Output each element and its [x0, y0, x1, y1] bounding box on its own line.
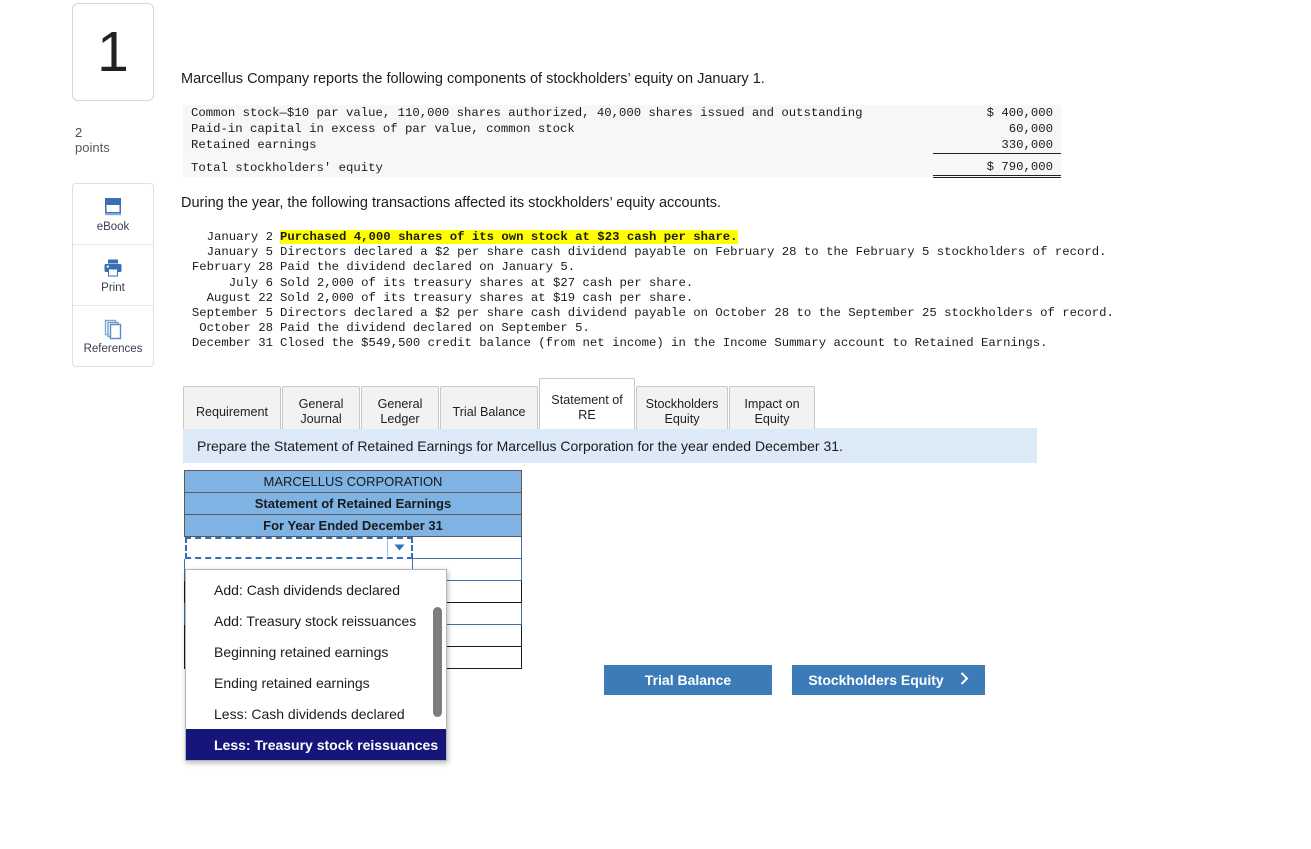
transaction-text: Directors declared a $2 per share cash d…: [280, 245, 1107, 260]
references-button[interactable]: References: [73, 306, 153, 366]
table-row: Total stockholders' equity $ 790,000: [183, 159, 1061, 178]
dropdown-option[interactable]: Add: Cash dividends declared: [186, 574, 446, 605]
transaction-date: July 6: [228, 275, 273, 290]
account-dropdown-cell[interactable]: [184, 536, 413, 559]
table-row: Retained earnings 330,000: [183, 137, 1061, 154]
references-label: References: [83, 342, 143, 355]
transaction-text: Directors declared a $2 per share cash d…: [280, 306, 1114, 321]
equity-total-label: Total stockholders' equity: [183, 159, 933, 177]
question-number-box: 1: [72, 3, 154, 101]
highlighted-transaction: Purchased 4,000 shares of its own stock …: [280, 230, 738, 244]
transaction-date: January 5: [206, 245, 273, 260]
transaction-date: October 28: [199, 321, 273, 336]
prev-button-label: Trial Balance: [644, 672, 732, 688]
worksheet-title-period: For Year Ended December 31: [184, 514, 522, 537]
tab-requirement[interactable]: Requirement: [183, 386, 281, 429]
book-icon: [101, 196, 125, 218]
instruction-banner: Prepare the Statement of Retained Earnin…: [183, 428, 1037, 463]
transaction-date: September 5: [191, 306, 273, 321]
stockholders-equity-table: Common stock—$10 par value, 110,000 shar…: [183, 105, 1061, 178]
equity-row-amount: $ 400,000: [933, 105, 1061, 121]
ebook-button[interactable]: eBook: [73, 184, 153, 245]
worksheet-header-row: Statement of Retained Earnings: [184, 492, 522, 515]
transaction-row: July 6 Sold 2,000 of its treasury shares…: [181, 276, 1114, 291]
table-row: Paid-in capital in excess of par value, …: [183, 121, 1061, 137]
equity-row-label: Common stock—$10 par value, 110,000 shar…: [183, 105, 933, 121]
instruction-text: Prepare the Statement of Retained Earnin…: [197, 437, 843, 454]
transaction-date: August 22: [206, 290, 273, 305]
transaction-text: Paid the dividend declared on September …: [280, 321, 590, 336]
next-button-label: Stockholders Equity: [808, 672, 944, 688]
transaction-text: Sold 2,000 of its treasury shares at $27…: [280, 275, 694, 290]
tool-panel: eBook Print References: [72, 183, 154, 367]
worksheet-row: [184, 536, 522, 559]
transaction-text: Closed the $549,500 credit balance (from…: [280, 336, 1048, 351]
transaction-row: October 28 Paid the dividend declared on…: [181, 321, 1114, 336]
transaction-date: December 31: [191, 336, 273, 351]
equity-total-amount: $ 790,000: [933, 159, 1061, 178]
transaction-date: January 2: [206, 230, 273, 244]
account-dropdown-value: [187, 539, 410, 556]
chevron-right-icon: [960, 672, 969, 688]
dropdown-option[interactable]: Ending retained earnings: [186, 667, 446, 698]
dropdown-option-selected[interactable]: Less: Treasury stock reissuances: [186, 729, 446, 760]
tab-trial-balance[interactable]: Trial Balance: [440, 386, 538, 429]
chevron-down-icon[interactable]: [387, 539, 410, 556]
tab-stockholders-equity[interactable]: Stockholders Equity: [636, 386, 728, 429]
points-value: 2: [75, 125, 83, 140]
transactions-list: January 2 Purchased 4,000 shares of its …: [181, 230, 1114, 352]
transaction-row: January 2 Purchased 4,000 shares of its …: [181, 230, 1114, 245]
equity-row-amount: 60,000: [933, 121, 1061, 137]
tab-general-journal[interactable]: General Journal: [282, 386, 360, 429]
dropdown-option[interactable]: Beginning retained earnings: [186, 636, 446, 667]
tab-strip: Requirement General Journal General Ledg…: [183, 377, 816, 429]
transaction-row: December 31 Closed the $549,500 credit b…: [181, 336, 1114, 351]
worksheet-header-row: MARCELLUS CORPORATION: [184, 470, 522, 493]
equity-row-label: Retained earnings: [183, 137, 933, 154]
transaction-text: Purchased 4,000 shares of its own stock …: [280, 230, 1114, 245]
transaction-date: February 28: [191, 260, 273, 275]
print-label: Print: [101, 281, 125, 294]
table-row: Common stock—$10 par value, 110,000 shar…: [183, 105, 1061, 121]
worksheet-title-statement: Statement of Retained Earnings: [184, 492, 522, 515]
tab-statement-of-re[interactable]: Statement of RE: [539, 378, 635, 429]
dropdown-option[interactable]: Less: Cash dividends declared: [186, 698, 446, 729]
left-rail: 1 2 points eBook Print References: [72, 3, 154, 367]
transaction-row: September 5 Directors declared a $2 per …: [181, 306, 1114, 321]
equity-row-label: Paid-in capital in excess of par value, …: [183, 121, 933, 137]
amount-input-cell[interactable]: [412, 536, 522, 559]
transaction-row: January 5 Directors declared a $2 per sh…: [181, 245, 1114, 260]
printer-icon: [101, 257, 125, 279]
previous-trial-balance-button[interactable]: Trial Balance: [604, 665, 772, 695]
points-label: points: [75, 140, 110, 155]
transaction-row: February 28 Paid the dividend declared o…: [181, 260, 1114, 275]
account-dropdown-list[interactable]: Add: Cash dividends declared Add: Treasu…: [185, 569, 447, 761]
question-number: 1: [97, 19, 129, 84]
equity-row-amount: 330,000: [933, 137, 1061, 154]
worksheet-title-company: MARCELLUS CORPORATION: [184, 470, 522, 493]
tab-general-ledger[interactable]: General Ledger: [361, 386, 439, 429]
dropdown-option[interactable]: Add: Treasury stock reissuances: [186, 605, 446, 636]
ebook-label: eBook: [96, 220, 130, 233]
transactions-prompt: During the year, the following transacti…: [181, 195, 722, 211]
points-block: 2 points: [72, 125, 154, 155]
intro-prompt: Marcellus Company reports the following …: [181, 71, 765, 87]
worksheet-header-row: For Year Ended December 31: [184, 514, 522, 537]
tab-impact-on-equity[interactable]: Impact on Equity: [729, 386, 815, 429]
transaction-text: Sold 2,000 of its treasury shares at $19…: [280, 290, 694, 305]
next-stockholders-equity-button[interactable]: Stockholders Equity: [792, 665, 985, 695]
transaction-row: August 22 Sold 2,000 of its treasury sha…: [181, 291, 1114, 306]
print-button[interactable]: Print: [73, 245, 153, 306]
dropdown-scrollbar[interactable]: [433, 607, 442, 717]
copy-pages-icon: [101, 318, 125, 340]
transaction-text: Paid the dividend declared on January 5.: [280, 260, 576, 275]
